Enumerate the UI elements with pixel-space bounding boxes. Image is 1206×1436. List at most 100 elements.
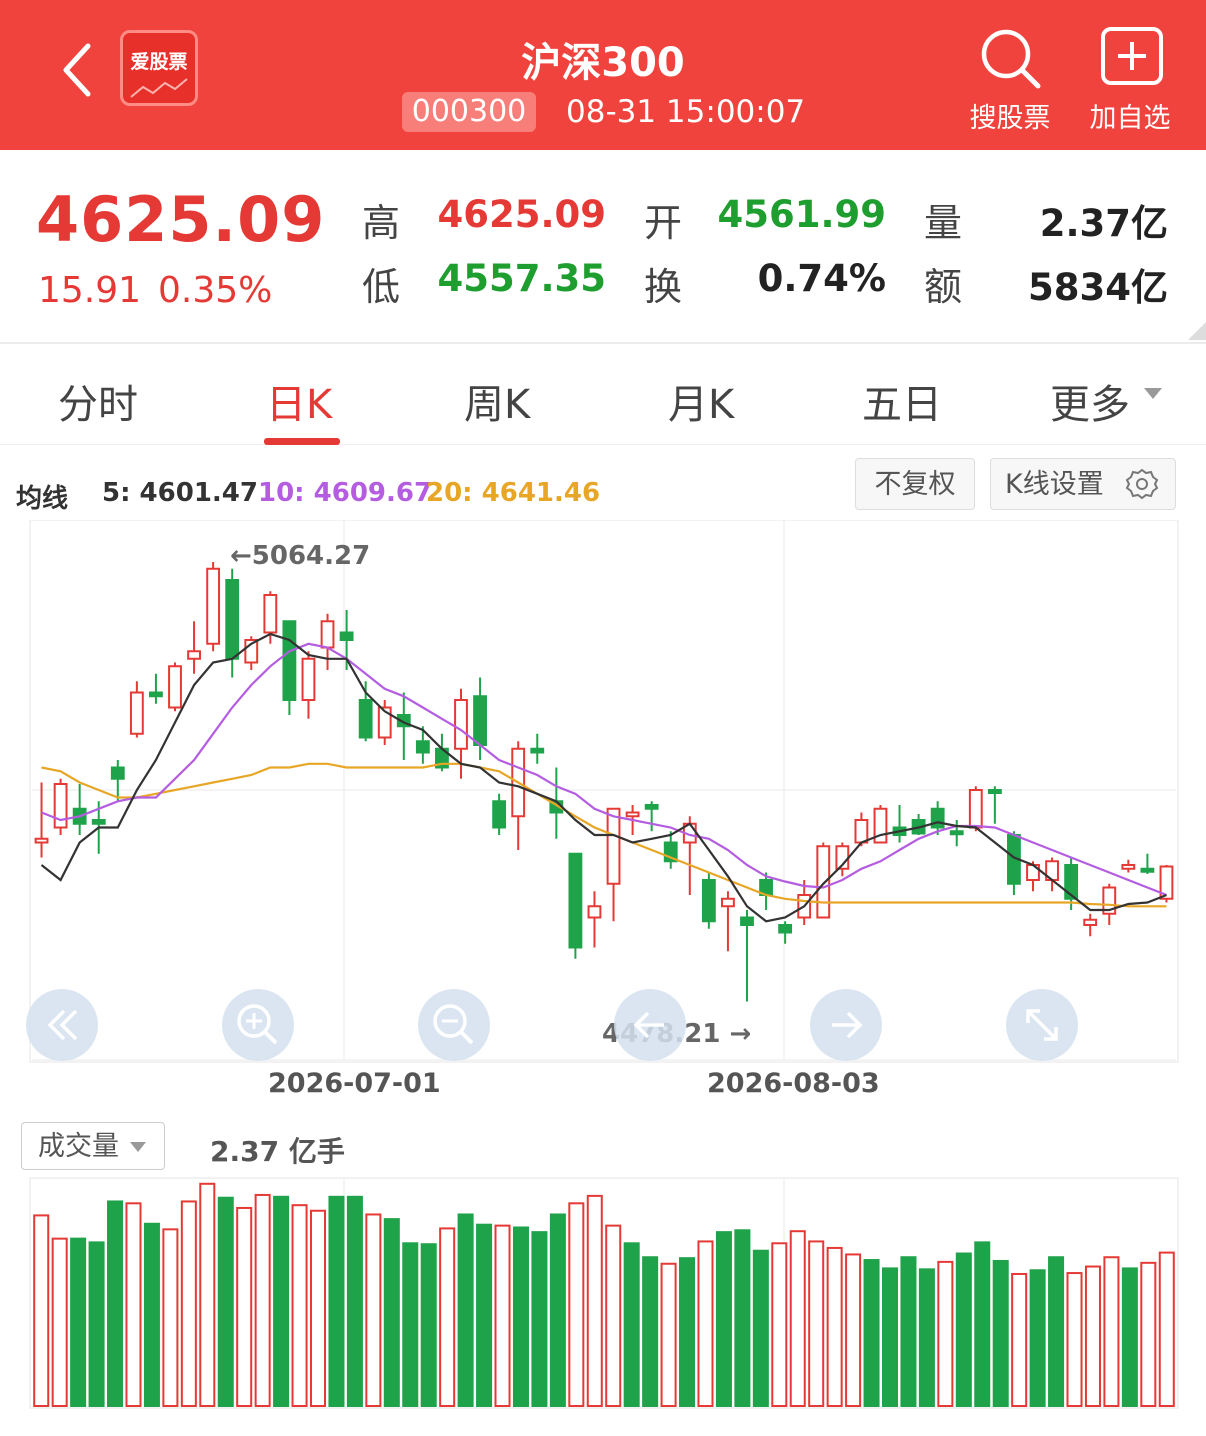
ma20-value: 20: 4641.46	[426, 478, 601, 508]
candle-body	[987, 789, 1002, 794]
candle-body	[473, 695, 487, 746]
volume-bar	[605, 1224, 622, 1407]
volume-bar	[1066, 1272, 1083, 1407]
volume-bar	[955, 1252, 972, 1407]
volume-bar	[107, 1200, 124, 1408]
candle-body	[225, 579, 240, 660]
add-watchlist-button[interactable]: 加自选	[1080, 96, 1180, 135]
volume-bar	[1103, 1256, 1120, 1407]
volume-bar	[51, 1237, 68, 1408]
kline-chart[interactable]: ←5064.274478.21 →	[0, 520, 1206, 1080]
ma10-line	[41, 642, 1167, 897]
volume-bar	[309, 1209, 327, 1408]
volume-bar	[937, 1260, 954, 1407]
tab-weekly-k[interactable]: 周K	[464, 372, 530, 430]
volume-bar	[1121, 1267, 1138, 1407]
candle-body	[606, 807, 621, 885]
volume-bar	[752, 1249, 769, 1408]
volume-readout: 2.37 亿手	[210, 1135, 345, 1168]
add-watchlist-icon[interactable]	[1100, 26, 1164, 86]
candle-body	[339, 631, 354, 641]
turnover-value: 0.74%	[757, 257, 886, 300]
period-tabs: 分时 日K 周K 月K 五日 更多	[0, 344, 1206, 445]
volume-bar	[1029, 1269, 1046, 1407]
high-label: 高	[362, 201, 401, 245]
candle-body	[492, 800, 507, 829]
volume-bar	[162, 1228, 179, 1407]
volume-bar	[697, 1240, 714, 1407]
candle-body	[320, 620, 335, 649]
amount-value: 5834亿	[1028, 266, 1168, 309]
adjust-button[interactable]: 不复权	[855, 458, 975, 510]
tab-five-day[interactable]: 五日	[862, 372, 942, 430]
volume-bar	[291, 1204, 308, 1407]
candle-body	[454, 699, 468, 750]
volume-bar	[992, 1259, 1009, 1407]
prev-icon[interactable]	[614, 989, 686, 1061]
x-axis-label: 2026-08-03	[707, 1068, 880, 1099]
candle-body	[149, 691, 163, 698]
gear-icon[interactable]	[1125, 467, 1159, 501]
stock-code-badge: 000300	[402, 92, 536, 132]
zoom-out-icon[interactable]	[418, 989, 490, 1061]
search-icon[interactable]	[978, 26, 1044, 92]
volume-bar	[494, 1224, 511, 1407]
volume-bar	[660, 1262, 677, 1407]
candle-body	[129, 691, 144, 735]
volume-bar	[808, 1240, 825, 1407]
search-stock-button[interactable]: 搜股票	[960, 96, 1060, 135]
tab-more[interactable]: 更多	[1050, 372, 1130, 430]
candle-body	[34, 837, 49, 844]
nav-button-bg	[418, 989, 490, 1061]
volume-bar	[402, 1242, 419, 1407]
volume-bar	[236, 1206, 253, 1407]
last-price: 4625.09	[36, 183, 326, 256]
back-icon[interactable]	[58, 40, 98, 100]
chart-frame	[29, 520, 1179, 1063]
chevron-down-icon	[130, 1142, 146, 1152]
turnover-label: 换	[644, 265, 683, 309]
candle-body	[740, 916, 754, 926]
candle-body	[415, 740, 430, 754]
volume-bar	[918, 1268, 935, 1407]
tab-monthly-k[interactable]: 月K	[668, 372, 734, 430]
volume-bar	[512, 1226, 529, 1407]
volume-bar	[143, 1222, 160, 1407]
candle-body	[949, 830, 964, 836]
next-icon[interactable]	[810, 989, 882, 1061]
volume-bar	[457, 1213, 474, 1408]
volume-bar	[642, 1256, 659, 1407]
zoom-in-icon[interactable]	[222, 989, 294, 1061]
candle-body	[854, 819, 869, 844]
candle-body	[816, 845, 831, 919]
high-value: 4625.09	[437, 193, 606, 236]
fullscreen-icon[interactable]	[1006, 989, 1078, 1061]
price-change-percent: 0.35%	[158, 270, 273, 311]
open-value: 4561.99	[717, 193, 886, 236]
candle-body	[644, 804, 659, 810]
volume-bar	[328, 1195, 345, 1407]
volume-bar	[439, 1227, 456, 1407]
candle-body	[206, 567, 221, 645]
quote-timestamp: 08-31 15:00:07	[566, 94, 806, 130]
volume-bar	[33, 1214, 50, 1407]
tab-daily-k[interactable]: 日K	[266, 372, 332, 430]
rewind-icon[interactable]	[26, 989, 98, 1061]
ma-legend-label: 均线	[16, 484, 69, 514]
volume-bar	[125, 1202, 142, 1407]
volume-bar	[383, 1218, 400, 1408]
candle-body	[168, 665, 182, 709]
candle-body	[1121, 864, 1136, 870]
candle-body	[282, 620, 297, 701]
volume-bar	[1084, 1265, 1101, 1408]
tab-intraday[interactable]: 分时	[58, 372, 138, 430]
volume-bar	[679, 1257, 696, 1407]
volume-chart	[29, 1177, 1179, 1409]
candle-body	[721, 897, 735, 908]
candle-body	[778, 924, 793, 934]
volume-bar	[881, 1267, 899, 1407]
logo-text: 爱股票	[130, 51, 188, 73]
volume-bar	[199, 1182, 216, 1407]
chevron-down-icon	[1144, 388, 1162, 399]
volume-bar	[568, 1202, 585, 1407]
